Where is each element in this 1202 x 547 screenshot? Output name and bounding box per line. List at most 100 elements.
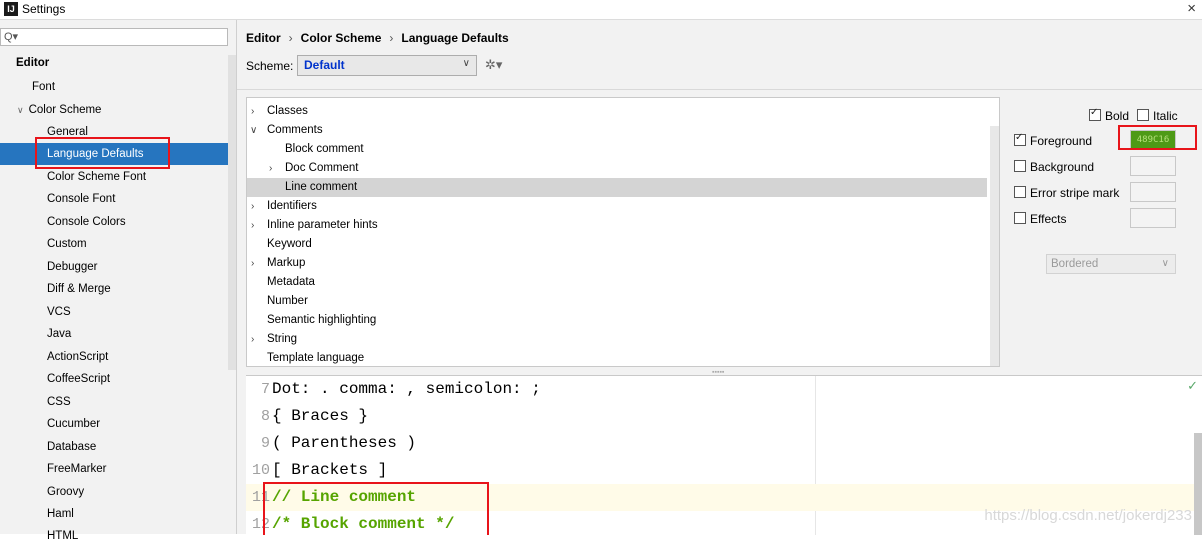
settings-content: Editor › Color Scheme › Language Defaults Sc… (237, 20, 1202, 535)
close-icon[interactable]: × (1187, 0, 1196, 17)
divider (237, 89, 1202, 90)
tree-row-label: Template language (267, 352, 365, 364)
effect-type-dropdown[interactable]: Bordered ∨ (1046, 254, 1176, 274)
sidebar-item-color-scheme[interactable]: ∨ Color Scheme (17, 99, 101, 121)
code-line: 9( Parentheses ) (246, 430, 1196, 457)
tree-row-label: Number (267, 295, 308, 307)
tree-row-identifiers[interactable]: › Identifiers (247, 197, 987, 216)
breadcrumb-item: Color Scheme (300, 31, 382, 45)
tree-row-label: Metadata (267, 276, 315, 288)
bold-label: Bold (1105, 109, 1130, 123)
intellij-app-icon: IJ (4, 2, 18, 16)
tree-row-metadata[interactable]: Metadata (247, 273, 987, 292)
chevron-right-icon: › (251, 220, 255, 231)
sidebar-item-css[interactable]: CSS (47, 391, 71, 413)
tree-row-doc-comment[interactable]: › Doc Comment (247, 159, 987, 178)
window-title: Settings (22, 2, 66, 16)
tree-row-number[interactable]: Number (247, 292, 987, 311)
scheme-dropdown[interactable]: Default ∨ (297, 55, 477, 76)
chevron-right-icon: › (251, 258, 255, 269)
sidebar-item-cucumber[interactable]: Cucumber (47, 413, 100, 435)
sidebar-scrollbar[interactable] (228, 55, 236, 370)
tree-row-label: Markup (267, 257, 306, 269)
tree-row-string[interactable]: › String (247, 330, 987, 349)
sidebar-item-custom[interactable]: Custom (47, 233, 87, 255)
tree-row-label: String (267, 333, 298, 345)
tree-row-template-language[interactable]: Template language (247, 349, 987, 366)
checkbox-icon (1014, 186, 1026, 198)
line-number: 8 (260, 408, 270, 425)
highlight-box-comments (263, 482, 489, 535)
code-line: 10[ Brackets ] (246, 457, 1196, 484)
attributes-panel: Bold Italic Foreground 489C16 Background… (1010, 97, 1202, 367)
italic-checkbox[interactable]: Italic (1137, 109, 1178, 123)
breadcrumb-item: Editor (246, 31, 281, 45)
effects-checkbox[interactable]: Effects (1014, 212, 1066, 226)
sidebar-item-editor[interactable]: Editor (16, 52, 49, 74)
checkbox-icon (1014, 212, 1026, 224)
tree-row-semantic-highlighting[interactable]: Semantic highlighting (247, 311, 987, 330)
sidebar-item-debugger[interactable]: Debugger (47, 256, 98, 278)
chevron-right-icon: › (251, 334, 255, 345)
tree-row-label: Identifiers (267, 200, 317, 212)
sidebar-item-java[interactable]: Java (47, 323, 71, 345)
sidebar-item-console-font[interactable]: Console Font (47, 188, 115, 210)
settings-search-input[interactable]: Q▾ (0, 28, 228, 46)
tree-row-inline-parameter-hints[interactable]: › Inline parameter hints (247, 216, 987, 235)
tree-row-label: Comments (267, 124, 323, 136)
sidebar-item-coffeescript[interactable]: CoffeeScript (47, 368, 110, 390)
line-number: 9 (260, 435, 270, 452)
color-category-tree[interactable]: › Classes ∨ Comments Block comment › Doc… (246, 97, 1000, 367)
sidebar-item-groovy[interactable]: Groovy (47, 481, 84, 503)
background-label: Background (1030, 160, 1095, 174)
code-text: ( Parentheses ) (272, 434, 417, 452)
code-line: 8{ Braces } (246, 403, 1196, 430)
scheme-label: Scheme: (246, 59, 294, 73)
sidebar-item-console-colors[interactable]: Console Colors (47, 211, 126, 233)
sidebar-item-actionscript[interactable]: ActionScript (47, 346, 108, 368)
chevron-down-icon: ∨ (17, 105, 24, 115)
tree-row-label: Classes (267, 105, 308, 117)
breadcrumb-separator: › (389, 31, 394, 45)
chevron-down-icon: ∨ (1161, 258, 1169, 269)
error-stripe-checkbox[interactable]: Error stripe mark (1014, 186, 1119, 200)
tree-row-keyword[interactable]: Keyword (247, 235, 987, 254)
tree-row-markup[interactable]: › Markup (247, 254, 987, 273)
error-stripe-color-swatch[interactable] (1130, 182, 1176, 202)
category-scrollbar[interactable] (990, 126, 999, 366)
checkbox-checked-icon (1014, 132, 1026, 146)
settings-sidebar: Q▾ Editor Font ∨ Color Scheme General Lan… (0, 20, 237, 542)
background-color-swatch[interactable] (1130, 156, 1176, 176)
sidebar-item-html[interactable]: HTML (47, 525, 78, 547)
tree-row-label: Semantic highlighting (267, 314, 377, 326)
code-text: [ Brackets ] (272, 461, 388, 479)
background-checkbox[interactable]: Background (1014, 160, 1094, 174)
foreground-checkbox[interactable]: Foreground (1014, 132, 1093, 148)
italic-label: Italic (1153, 109, 1178, 123)
effects-color-swatch[interactable] (1130, 208, 1176, 228)
tree-row-line-comment[interactable]: Line comment (247, 178, 987, 197)
gear-icon[interactable]: ✲▾ (485, 57, 502, 73)
bold-checkbox[interactable]: Bold (1089, 107, 1130, 123)
tree-row-comments[interactable]: ∨ Comments (247, 121, 987, 140)
sidebar-item-label: Color Scheme (28, 104, 102, 116)
tree-row-block-comment[interactable]: Block comment (247, 140, 987, 159)
code-text: { Braces } (272, 407, 369, 425)
breadcrumb: Editor › Color Scheme › Language Defaults (246, 31, 509, 45)
sidebar-item-font[interactable]: Font (32, 76, 55, 98)
foreground-label: Foreground (1030, 134, 1093, 148)
sidebar-item-database[interactable]: Database (47, 436, 96, 458)
preview-scrollbar[interactable] (1194, 433, 1202, 535)
effects-label: Effects (1030, 212, 1067, 226)
tree-row-label: Block comment (285, 143, 364, 155)
sidebar-item-diff-merge[interactable]: Diff & Merge (47, 278, 111, 300)
sidebar-item-haml[interactable]: Haml (47, 503, 74, 525)
tree-row-classes[interactable]: › Classes (247, 102, 987, 121)
sidebar-item-color-scheme-font[interactable]: Color Scheme Font (47, 166, 146, 188)
chevron-down-icon: ∨ (250, 125, 258, 136)
sidebar-item-vcs[interactable]: VCS (47, 301, 71, 323)
chevron-right-icon: › (269, 163, 273, 174)
breadcrumb-separator: › (288, 31, 293, 45)
title-bar: IJ Settings × (0, 0, 1202, 20)
sidebar-item-freemarker[interactable]: FreeMarker (47, 458, 106, 480)
